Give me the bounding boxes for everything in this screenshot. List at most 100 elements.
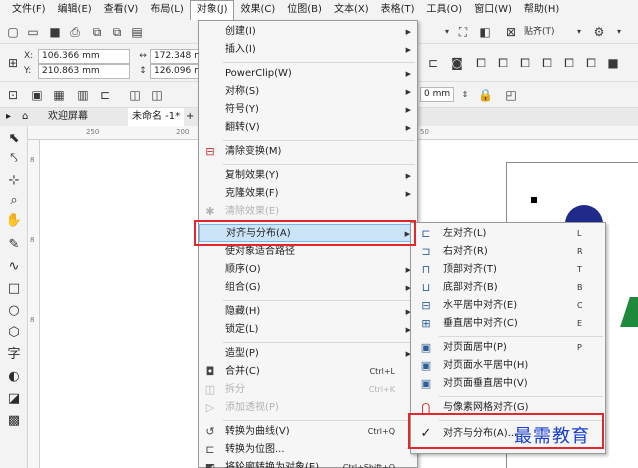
menu-item-flip[interactable]: 翻转(V) ▶: [199, 119, 417, 137]
menu-item-clear-transform[interactable]: ⊟ 清除变换(M): [199, 143, 417, 161]
object-origin-icon[interactable]: ⊞: [6, 56, 20, 70]
weld-icon[interactable]: ⧠: [474, 56, 488, 70]
tab-welcome[interactable]: 欢迎屏幕: [44, 108, 92, 126]
intersect-icon[interactable]: ⧠: [518, 56, 532, 70]
snap-icon[interactable]: ⊠: [504, 25, 518, 39]
settings-gear-icon[interactable]: ⚙: [592, 25, 606, 39]
crop-tool-icon[interactable]: ⊹: [5, 172, 23, 190]
zoom-tool-icon[interactable]: ⌕: [5, 192, 23, 210]
menu-item-clone-effect[interactable]: 克隆效果(F) ▶: [199, 185, 417, 203]
align-icon[interactable]: ⊏: [426, 56, 440, 70]
back-minus-front-icon[interactable]: ⧠: [584, 56, 598, 70]
menu-item-group[interactable]: 组合(G) ▶: [199, 279, 417, 297]
submenu-item-align-h-center[interactable]: ⊟ 水平居中对齐(E) C: [411, 297, 605, 315]
menu-edit[interactable]: 编辑(E): [52, 0, 98, 20]
y-position-field[interactable]: 210.863 mm: [38, 64, 130, 79]
group-icon[interactable]: ◙: [450, 56, 464, 70]
selection-handle[interactable]: [531, 197, 537, 203]
open-folder-icon[interactable]: ▭: [26, 25, 40, 39]
outline-spinner-icon[interactable]: ⇕: [458, 88, 472, 102]
paste-icon[interactable]: ▤: [130, 25, 144, 39]
menu-item-convert-to-curves[interactable]: ↺ 转换为曲线(V) Ctrl+Q: [199, 423, 417, 441]
shadow-tool-icon[interactable]: ◐: [5, 368, 23, 386]
menu-layout[interactable]: 布局(L): [144, 0, 189, 20]
print-icon[interactable]: ⎙: [68, 25, 82, 39]
options-dropdown-icon[interactable]: ▾: [612, 25, 626, 39]
menu-view[interactable]: 查看(V): [98, 0, 145, 20]
application-launcher-icon[interactable]: ◧: [478, 25, 492, 39]
menu-effects[interactable]: 效果(C): [234, 0, 281, 20]
menu-item-insert[interactable]: 插入(I) ▶: [199, 41, 417, 59]
link-icon[interactable]: ◫: [128, 88, 142, 102]
unlink-icon[interactable]: ◫: [150, 88, 164, 102]
menu-item-combine[interactable]: ◘ 合并(C) Ctrl+L: [199, 363, 417, 381]
image-icon[interactable]: ▣: [30, 88, 44, 102]
home-icon[interactable]: ⌂: [18, 108, 32, 126]
menu-item-symbol[interactable]: 符号(Y) ▶: [199, 101, 417, 119]
menu-tools[interactable]: 工具(O): [421, 0, 469, 20]
pick-tool-icon[interactable]: ⬉: [5, 130, 23, 148]
submenu-item-center-page[interactable]: ▣ 对页面居中(P) P: [411, 339, 605, 357]
menu-item-copy-effect[interactable]: 复制效果(Y) ▶: [199, 167, 417, 185]
pan-tool-icon[interactable]: ✋: [5, 212, 23, 230]
wireframe-icon[interactable]: ⊡: [6, 88, 20, 102]
dropdown-arrow-icon[interactable]: ▾: [440, 25, 454, 39]
menu-item-align-distribute[interactable]: 对齐与分布(A) ▶: [199, 224, 417, 242]
menu-object[interactable]: 对象(J): [189, 0, 235, 20]
lock-icon[interactable]: 🔒: [478, 88, 493, 102]
node-icon[interactable]: ⊏: [98, 88, 112, 102]
fullscreen-icon[interactable]: ⛶: [456, 25, 470, 39]
columns-icon[interactable]: ▥: [76, 88, 90, 102]
ellipse-tool-icon[interactable]: ○: [5, 302, 23, 320]
menu-item-order[interactable]: 顺序(O) ▶: [199, 261, 417, 279]
menu-window[interactable]: 窗口(W): [468, 0, 518, 20]
menu-table[interactable]: 表格(T): [375, 0, 421, 20]
menu-item-shaping[interactable]: 造型(P) ▶: [199, 345, 417, 363]
new-document-icon[interactable]: ▢: [6, 25, 20, 39]
boundary-icon[interactable]: ■: [606, 56, 620, 70]
submenu-item-align-top[interactable]: ⊓ 顶部对齐(T) T: [411, 261, 605, 279]
menu-item-hide[interactable]: 隐藏(H) ▶: [199, 303, 417, 321]
outline-width-field[interactable]: 0 mm: [420, 87, 454, 102]
transparency-tool-icon[interactable]: ◪: [5, 390, 23, 408]
front-minus-back-icon[interactable]: ⧠: [562, 56, 576, 70]
menu-item-outline-to-object[interactable]: ◩ 将轮廓转换为对象(E) Ctrl+Shift+Q: [199, 459, 417, 468]
menu-item-convert-to-bitmap[interactable]: ⊏ 转换为位图...: [199, 441, 417, 459]
tab-add-icon[interactable]: +: [182, 108, 198, 126]
menu-bitmap[interactable]: 位图(B): [281, 0, 328, 20]
polygon-tool-icon[interactable]: ⬡: [5, 324, 23, 342]
submenu-item-center-page-v[interactable]: ▣ 对页面垂直居中(V): [411, 375, 605, 393]
trim-icon[interactable]: ⧠: [496, 56, 510, 70]
menu-help[interactable]: 帮助(H): [518, 0, 565, 20]
cut-icon[interactable]: ⧉: [90, 25, 104, 39]
menu-item-fit-to-path[interactable]: 使对象适合路径: [199, 243, 417, 261]
freehand-tool-icon[interactable]: ✎: [5, 236, 23, 254]
fill-tool-icon[interactable]: ▩: [5, 412, 23, 430]
menu-item-powerclip[interactable]: PowerClip(W) ▶: [199, 65, 417, 83]
shape-tool-icon[interactable]: ⤣: [5, 150, 23, 168]
tab-document[interactable]: 未命名 -1*: [128, 108, 185, 126]
text-tool-icon[interactable]: 字: [5, 346, 23, 364]
submenu-item-pixel-grid[interactable]: ⋂ 与像素网格对齐(G): [411, 399, 605, 417]
submenu-item-align-left[interactable]: ⊏ 左对齐(L) L: [411, 225, 605, 243]
menu-item-lock[interactable]: 锁定(L) ▶: [199, 321, 417, 339]
snap-label[interactable]: 贴齐(T): [524, 25, 555, 39]
menu-text[interactable]: 文本(X): [328, 0, 375, 20]
save-icon[interactable]: ■: [48, 25, 62, 39]
artistic-media-icon[interactable]: ∿: [5, 258, 23, 276]
rectangle-tool-icon[interactable]: □: [5, 280, 23, 298]
submenu-item-align-bottom[interactable]: ⊔ 底部对齐(B) B: [411, 279, 605, 297]
menu-file[interactable]: 文件(F): [6, 0, 52, 20]
x-position-field[interactable]: 106.366 mm: [38, 49, 130, 64]
submenu-item-align-v-center[interactable]: ⊞ 垂直居中对齐(C) E: [411, 315, 605, 333]
simplify-icon[interactable]: ⧠: [540, 56, 554, 70]
width-field[interactable]: 172.348 m: [150, 49, 200, 64]
submenu-item-align-right[interactable]: ⊐ 右对齐(R) R: [411, 243, 605, 261]
submenu-item-center-page-h[interactable]: ▣ 对页面水平居中(H): [411, 357, 605, 375]
height-field[interactable]: 126.096 m: [150, 64, 200, 79]
grid-icon[interactable]: ▦: [52, 88, 66, 102]
pointer-tab-icon[interactable]: ▸: [2, 108, 15, 126]
snap-dropdown-icon[interactable]: ▾: [572, 25, 586, 39]
green-shape[interactable]: [620, 297, 638, 327]
menu-item-create[interactable]: 创建(I) ▶: [199, 23, 417, 41]
